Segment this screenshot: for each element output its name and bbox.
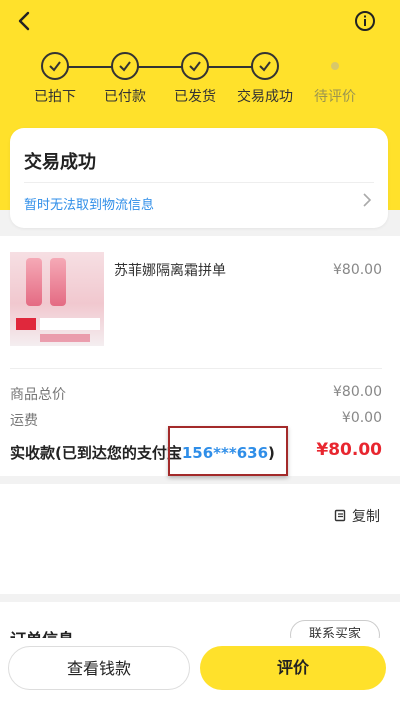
check-icon bbox=[251, 52, 279, 80]
copy-icon bbox=[334, 509, 346, 522]
step-label: 已付款 bbox=[104, 89, 146, 105]
paid-value: ¥80.00 bbox=[316, 440, 382, 460]
chevron-right-icon[interactable] bbox=[362, 192, 372, 212]
item-name[interactable]: 苏菲娜隔离霜拼单 bbox=[114, 260, 226, 280]
product-image-bottle bbox=[26, 258, 42, 306]
divider bbox=[24, 182, 374, 183]
top-bar bbox=[0, 0, 400, 44]
step-label: 已发货 bbox=[174, 89, 216, 105]
check-icon bbox=[111, 52, 139, 80]
step-label: 待评价 bbox=[314, 89, 356, 105]
status-title: 交易成功 bbox=[24, 152, 96, 173]
step-paid: 已付款 bbox=[90, 52, 160, 106]
product-image-band bbox=[40, 318, 100, 330]
highlight-box bbox=[168, 426, 288, 476]
view-money-button[interactable]: 查看钱款 bbox=[8, 646, 190, 690]
step-ordered: 已拍下 bbox=[20, 52, 90, 106]
total-label: 商品总价 bbox=[10, 387, 66, 403]
product-thumbnail[interactable] bbox=[10, 252, 104, 346]
step-completed: 交易成功 bbox=[230, 52, 300, 106]
info-circle-icon[interactable] bbox=[354, 10, 376, 32]
divider bbox=[10, 368, 382, 369]
order-progress: 已拍下 已付款 已发货 交易成功 待评价 bbox=[0, 52, 400, 112]
item-price: ¥80.00 bbox=[333, 262, 382, 278]
check-icon bbox=[181, 52, 209, 80]
product-image-band bbox=[40, 334, 90, 342]
paid-label-prefix: 实收款(已到达您的支付宝 bbox=[10, 444, 182, 462]
check-icon bbox=[41, 52, 69, 80]
copy-label: 复制 bbox=[352, 509, 380, 525]
bottom-action-bar: 查看钱款 评价 bbox=[0, 638, 400, 702]
step-label: 交易成功 bbox=[237, 89, 293, 105]
info-card: 复制 bbox=[0, 484, 400, 594]
step-shipped: 已发货 bbox=[160, 52, 230, 106]
review-button[interactable]: 评价 bbox=[200, 646, 386, 690]
product-image-tag bbox=[16, 318, 36, 330]
status-card: 交易成功 暂时无法取到物流信息 bbox=[10, 128, 388, 228]
step-label: 已拍下 bbox=[34, 89, 76, 105]
copy-button[interactable]: 复制 bbox=[334, 506, 380, 526]
step-to-review: 待评价 bbox=[300, 52, 370, 106]
chevron-left-icon[interactable] bbox=[14, 10, 36, 32]
product-image-bottle bbox=[50, 258, 66, 306]
logistics-link[interactable]: 暂时无法取到物流信息 bbox=[24, 194, 154, 213]
pending-dot-icon bbox=[331, 62, 339, 70]
order-card: 苏菲娜隔离霜拼单 ¥80.00 商品总价 ¥80.00 运费 ¥0.00 实收款… bbox=[0, 236, 400, 476]
shipping-label: 运费 bbox=[10, 413, 38, 429]
total-value: ¥80.00 bbox=[333, 384, 382, 400]
shipping-value: ¥0.00 bbox=[341, 410, 382, 426]
